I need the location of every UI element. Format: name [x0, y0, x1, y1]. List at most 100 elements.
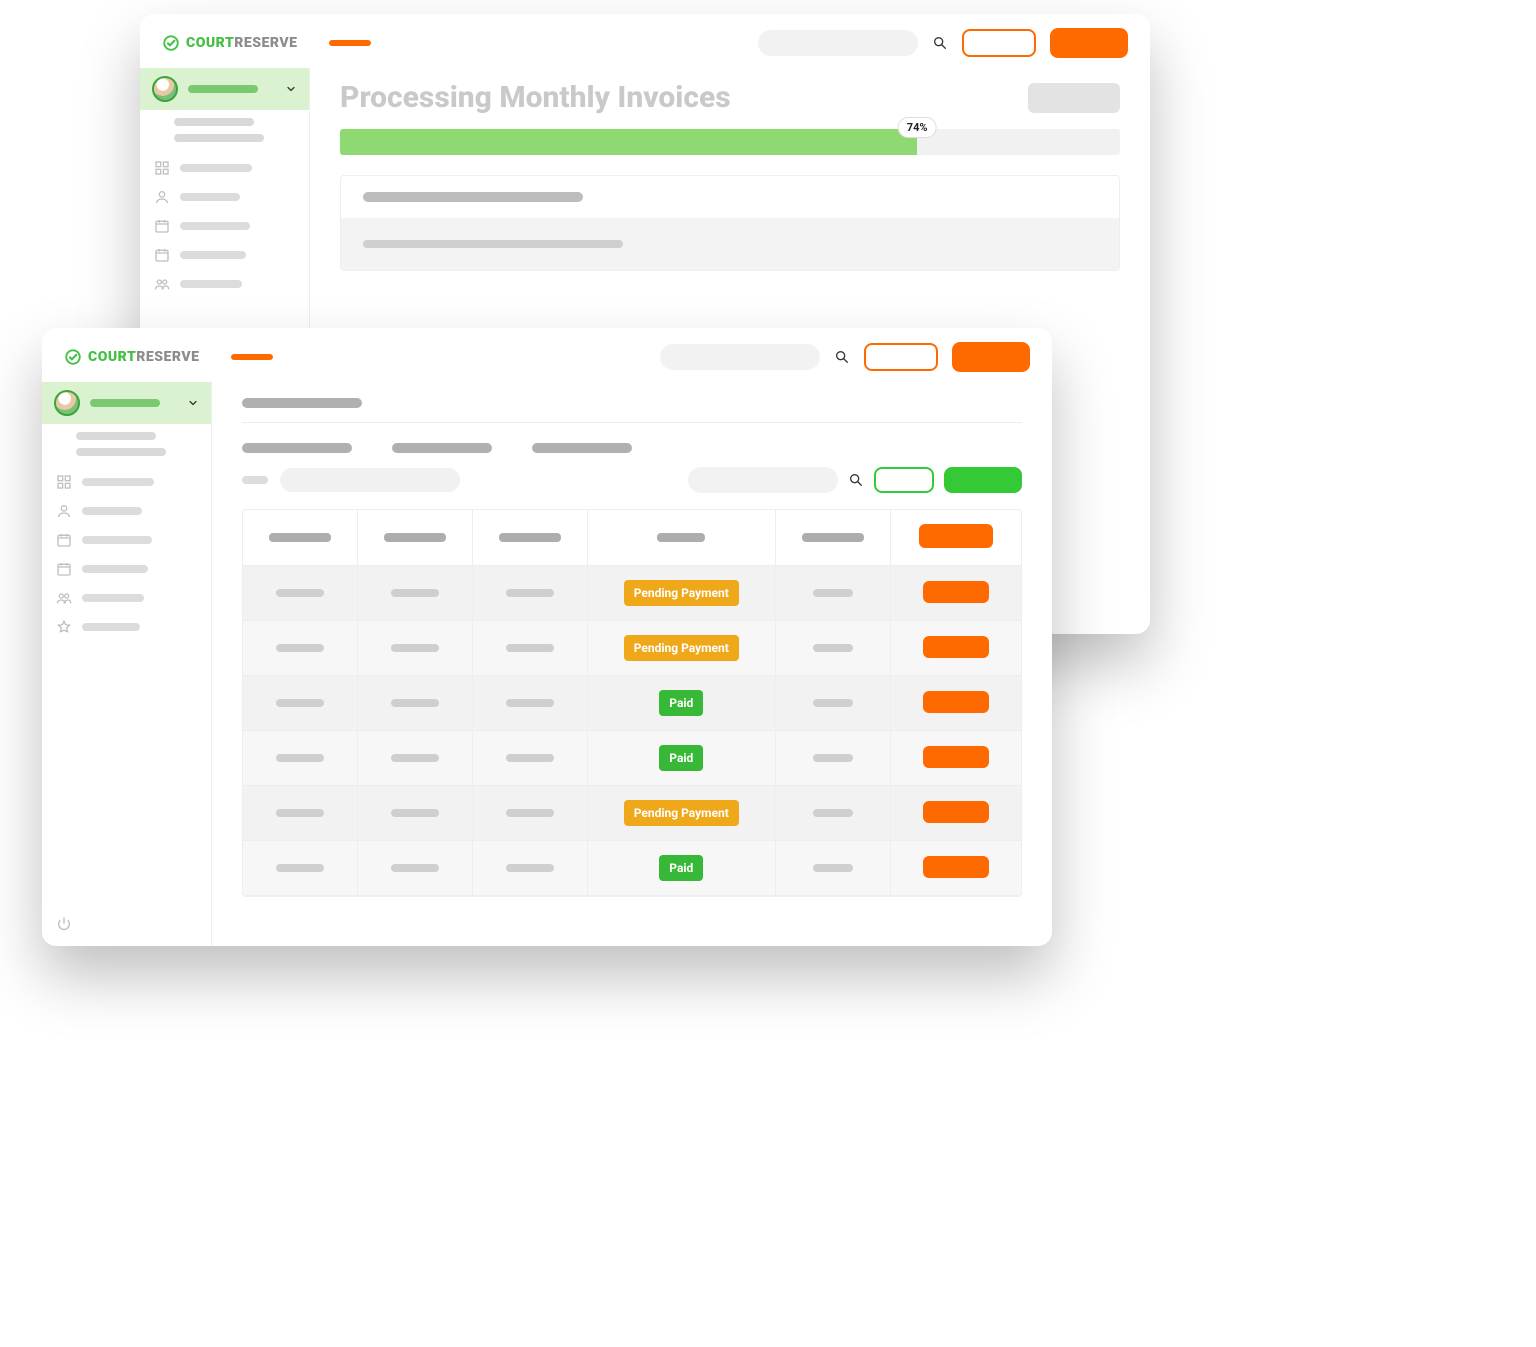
col-header[interactable] [891, 510, 1021, 566]
nav-item-favorites[interactable] [56, 619, 211, 635]
tabs [242, 443, 1022, 453]
nav-label [180, 164, 252, 172]
cell-status: Pending Payment [588, 621, 776, 676]
chevron-down-icon [187, 397, 199, 409]
table-search-input[interactable] [688, 467, 838, 493]
cell [358, 621, 473, 676]
title-action-placeholder[interactable] [1028, 83, 1120, 113]
header-outline-button[interactable] [864, 343, 938, 371]
header-action-button[interactable] [919, 524, 993, 548]
table-row: Paid [243, 731, 1021, 786]
row-action-button[interactable] [923, 636, 989, 658]
title-row: Processing Monthly Invoices [340, 80, 1120, 115]
power-icon[interactable] [56, 916, 72, 932]
people-icon [154, 276, 170, 292]
nav-item-calendar-1[interactable] [56, 532, 211, 548]
cell-status: Paid [588, 731, 776, 786]
submenu-item[interactable] [76, 432, 156, 440]
col-header[interactable] [243, 510, 358, 566]
cell-status: Paid [588, 841, 776, 896]
cell-action [891, 621, 1021, 676]
user-selector[interactable] [140, 68, 309, 110]
nav-item-calendar-2[interactable] [154, 247, 309, 263]
panel-body [341, 218, 1119, 270]
header-primary-button[interactable] [952, 342, 1030, 372]
submenu-item[interactable] [174, 118, 254, 126]
cell [243, 841, 358, 896]
nav-label [180, 193, 240, 201]
window-invoices: COURTRESERVE [42, 328, 1052, 946]
status-badge: Pending Payment [624, 800, 739, 826]
topbar: COURTRESERVE [42, 328, 1052, 382]
row-action-button[interactable] [923, 801, 989, 823]
cell [243, 786, 358, 841]
filter-select[interactable] [280, 468, 460, 492]
accent-bar [329, 40, 371, 46]
tab[interactable] [242, 443, 352, 453]
topbar: COURTRESERVE [140, 14, 1150, 68]
logo: COURTRESERVE [162, 34, 297, 52]
logo-text-court: COURT [88, 349, 136, 365]
col-header[interactable] [358, 510, 473, 566]
col-header[interactable] [776, 510, 891, 566]
nav-label [82, 594, 144, 602]
header-outline-button[interactable] [962, 29, 1036, 57]
cell [358, 841, 473, 896]
secondary-button[interactable] [874, 467, 934, 493]
cell [473, 731, 588, 786]
nav-item-users[interactable] [154, 189, 309, 205]
nav [42, 466, 211, 635]
col-header[interactable] [473, 510, 588, 566]
nav-label [82, 507, 142, 515]
cell [243, 566, 358, 621]
nav-item-group[interactable] [56, 590, 211, 606]
user-name-placeholder [188, 85, 258, 93]
search-input[interactable] [660, 344, 820, 370]
user-selector[interactable] [42, 382, 211, 424]
submenu-item[interactable] [76, 448, 166, 456]
row-action-button[interactable] [923, 856, 989, 878]
calendar-icon [154, 247, 170, 263]
search-input[interactable] [758, 30, 918, 56]
submenu-item[interactable] [174, 134, 264, 142]
row-action-button[interactable] [923, 746, 989, 768]
row-action-button[interactable] [923, 581, 989, 603]
section-heading [242, 398, 362, 408]
nav-label [180, 222, 250, 230]
cell [358, 786, 473, 841]
search-icon[interactable] [834, 349, 850, 365]
panel-header-text [363, 192, 583, 202]
user-name-placeholder [90, 399, 160, 407]
cell [243, 621, 358, 676]
row-action-button[interactable] [923, 691, 989, 713]
cell [358, 676, 473, 731]
header-primary-button[interactable] [1050, 28, 1128, 58]
search-icon[interactable] [848, 472, 864, 488]
nav-item-users[interactable] [56, 503, 211, 519]
nav-item-calendar-2[interactable] [56, 561, 211, 577]
grid-icon [56, 474, 72, 490]
search-icon[interactable] [932, 35, 948, 51]
tab[interactable] [392, 443, 492, 453]
tab[interactable] [532, 443, 632, 453]
cell-status: Pending Payment [588, 786, 776, 841]
col-header[interactable] [588, 510, 776, 566]
nav-label [82, 565, 148, 573]
logo-text-reserve: RESERVE [136, 349, 199, 365]
primary-button[interactable] [944, 467, 1022, 493]
cell [473, 566, 588, 621]
nav-label [180, 251, 246, 259]
panel-body-text [363, 240, 623, 248]
nav-item-group[interactable] [154, 276, 309, 292]
nav-item-dashboard[interactable] [56, 474, 211, 490]
filter-label [242, 476, 268, 484]
user-icon [154, 189, 170, 205]
table-header-row [243, 510, 1021, 566]
table-row: Pending Payment [243, 566, 1021, 621]
nav-item-dashboard[interactable] [154, 160, 309, 176]
user-submenu [140, 110, 309, 152]
main: Pending PaymentPending PaymentPaidPaidPe… [212, 382, 1052, 946]
calendar-icon [56, 532, 72, 548]
nav-item-calendar-1[interactable] [154, 218, 309, 234]
cell [473, 786, 588, 841]
